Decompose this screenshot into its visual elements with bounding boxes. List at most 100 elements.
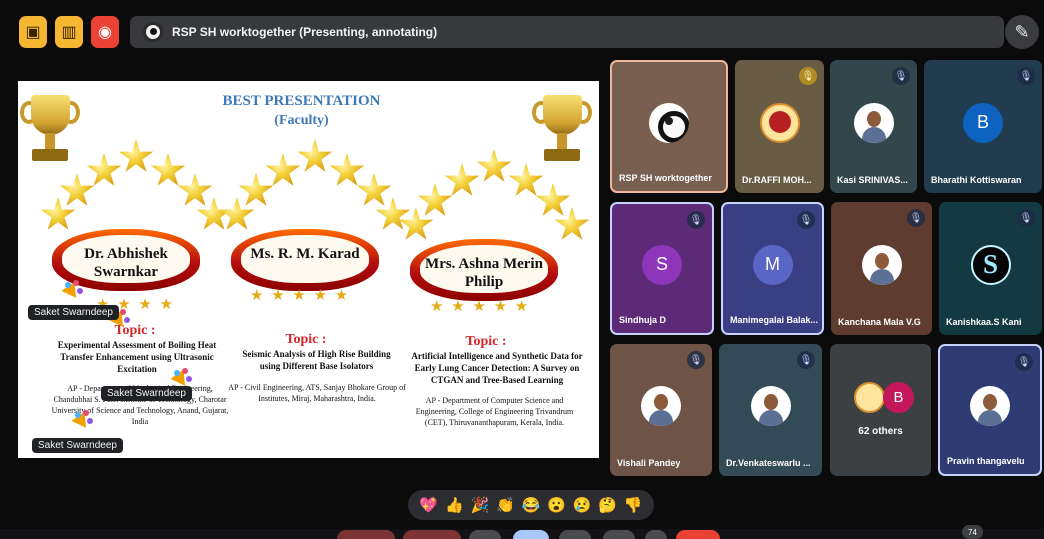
affiliation-3: AP - Department of Computer Science and … [415, 396, 574, 427]
participant-name: Kanchana Mala V.G [838, 317, 921, 327]
participant-photo-avatar [970, 386, 1010, 427]
top-bar: ▣ ▥ ◉ RSP SH worktogether (Presenting, a… [0, 0, 1044, 66]
participant-name: Kasi SRINIVAS... [837, 175, 908, 185]
participant-tile[interactable]: 🎙 S Sindhuja D [610, 202, 714, 335]
participant-name: Kanishkaa.S Kani [946, 317, 1022, 327]
participant-seal-avatar [854, 382, 885, 413]
participant-name: Pravin thangavelu [947, 456, 1025, 466]
presenter-logo-icon [143, 22, 163, 42]
confetti-annotation-icon [172, 368, 190, 386]
affiliation-2: AP - Civil Engineering, ATS, Sanjay Bhok… [228, 383, 406, 403]
award-badge-2: Ms. R. M. Karad [217, 139, 411, 299]
participant-name: Sindhuja D [619, 315, 666, 325]
participant-name: RSP SH worktogether [619, 173, 712, 183]
more-options-control-button[interactable] [645, 530, 667, 539]
present-control-button[interactable] [559, 530, 591, 539]
camera-control-button[interactable] [403, 530, 461, 539]
mic-off-icon: 🎙 [892, 67, 910, 85]
presentation-status-bar[interactable]: RSP SH worktogether (Presenting, annotat… [130, 16, 1004, 48]
mic-off-icon: 🎙 [797, 351, 815, 369]
others-tile[interactable]: B 62 others [830, 344, 931, 476]
small-stars: ★ ★ ★ ★ ★ [430, 299, 531, 315]
star-cluster [396, 149, 590, 252]
raise-hand-control-button[interactable] [603, 530, 635, 539]
star-cluster [38, 139, 232, 242]
thinking-reaction-icon[interactable]: 🤔 [598, 498, 618, 513]
participant-tile[interactable]: 🎙 Pravin thangavelu [938, 344, 1042, 476]
slide-title-line-2: (Faculty) [274, 113, 329, 128]
participant-tile[interactable]: 🎙 Kasi SRINIVAS... [830, 60, 917, 193]
presentation-title: RSP SH worktogether (Presenting, annotat… [172, 25, 438, 39]
participant-tile[interactable]: 🎙 M Manimegalai Balak... [721, 202, 824, 335]
presenter-logo-icon [649, 102, 689, 143]
sad-reaction-icon[interactable]: 😢 [572, 498, 592, 513]
participant-photo-avatar [641, 386, 681, 427]
participant-name: Dr.Venkateswarlu ... [726, 458, 811, 468]
awardee-name: Dr. Abhishek Swarnkar [84, 246, 168, 280]
captions-control-button[interactable] [469, 530, 501, 539]
participant-tile[interactable]: 🎙 Dr.RAFFI MOH... [735, 60, 824, 193]
award-badge-1: Dr. Abhishek Swarnkar [38, 139, 232, 299]
confetti-annotation-icon [63, 280, 81, 298]
thumbs-down-reaction-icon[interactable]: 👎 [623, 498, 643, 513]
participant-name: Manimegalai Balak... [730, 315, 819, 325]
party-reaction-icon[interactable]: 🎉 [470, 498, 490, 513]
participant-letter-avatar: B [883, 382, 914, 413]
topic-label-3: Topic : [465, 334, 507, 349]
pen-icon: ✎ [1014, 21, 1030, 42]
awardee-name: Mrs. Ashna Merin Philip [425, 256, 543, 290]
participant-tile[interactable]: 🎙 B Bharathi Kottiswaran [924, 60, 1042, 193]
reactions-control-button[interactable] [513, 530, 549, 539]
mic-control-button[interactable] [337, 530, 395, 539]
mic-off-icon: 🎙 [687, 351, 705, 369]
awardee-name: Ms. R. M. Karad [250, 246, 360, 262]
participant-tile[interactable]: 🎙 Kanishkaa.S Kani [939, 202, 1042, 335]
thumbs-up-reaction-icon[interactable]: 👍 [444, 498, 464, 513]
participant-name: Vishali Pandey [617, 458, 681, 468]
participant-logo-avatar [970, 244, 1011, 285]
participant-grid: RSP SH worktogether 🎙 Dr.RAFFI MOH... 🎙 Ka… [610, 60, 1042, 476]
small-stars: ★ ★ ★ ★ ★ [250, 288, 351, 304]
participant-letter-avatar: M [752, 244, 793, 285]
document-icon: ▥ [61, 24, 77, 41]
laugh-reaction-icon[interactable]: 😂 [521, 498, 541, 513]
surprised-reaction-icon[interactable]: 😮 [547, 498, 567, 513]
clap-reaction-icon[interactable]: 👏 [495, 498, 515, 513]
record-icon: ◉ [98, 24, 112, 41]
participant-letter-avatar: B [963, 102, 1003, 143]
annotation-author-label: Saket Swarndeep [28, 305, 119, 320]
record-button[interactable]: ◉ [91, 16, 119, 48]
slide-title-line-1: BEST PRESENTATION [222, 93, 381, 109]
participant-tile[interactable]: 🎙 Dr.Venkateswarlu ... [719, 344, 822, 476]
participant-photo-avatar [861, 244, 902, 285]
participant-name: Bharathi Kottiswaran [931, 175, 1022, 185]
document-icon-button[interactable]: ▥ [55, 16, 83, 48]
participant-tile[interactable]: RSP SH worktogether [610, 60, 728, 193]
mic-off-icon: 🎙 [1015, 353, 1033, 371]
slide-title: BEST PRESENTATION (Faculty) [218, 91, 385, 131]
mic-off-icon: 🎙 [797, 211, 815, 229]
mic-off-icon: 🎙 [907, 209, 925, 227]
participant-tile[interactable]: 🎙 Vishali Pandey [610, 344, 712, 476]
participant-name: Dr.RAFFI MOH... [742, 175, 812, 185]
mic-off-icon: 🎙 [799, 67, 817, 85]
topic-text-1: Experimental Assessment of Boiling Heat … [57, 340, 217, 374]
participant-photo-avatar [853, 102, 894, 143]
mic-off-icon: 🎙 [1017, 67, 1035, 85]
topic-text-2: Seismic Analysis of High Rise Building u… [242, 349, 391, 371]
presentation-slide: BEST PRESENTATION (Faculty) Dr. Abhishek… [18, 81, 599, 458]
mic-off-icon: 🎙 [687, 211, 705, 229]
leave-call-button[interactable] [676, 530, 720, 539]
annotate-button[interactable]: ✎ [1005, 15, 1039, 49]
presentation-icon-button[interactable]: ▣ [19, 16, 47, 48]
participant-tile[interactable]: 🎙 Kanchana Mala V.G [831, 202, 932, 335]
participant-letter-avatar: S [642, 244, 682, 285]
award-badge-3: Mrs. Ashna Merin Philip [396, 149, 590, 309]
topic-text-3: Artificial Intelligence and Synthetic Da… [411, 351, 583, 385]
heart-reaction-icon[interactable]: 💖 [419, 498, 439, 513]
participant-photo-avatar [750, 386, 791, 427]
confetti-annotation-icon [73, 410, 91, 428]
participant-count-badge[interactable]: 74 [962, 525, 983, 539]
others-group: B 62 others [830, 344, 931, 476]
presentation-icon: ▣ [25, 24, 41, 41]
